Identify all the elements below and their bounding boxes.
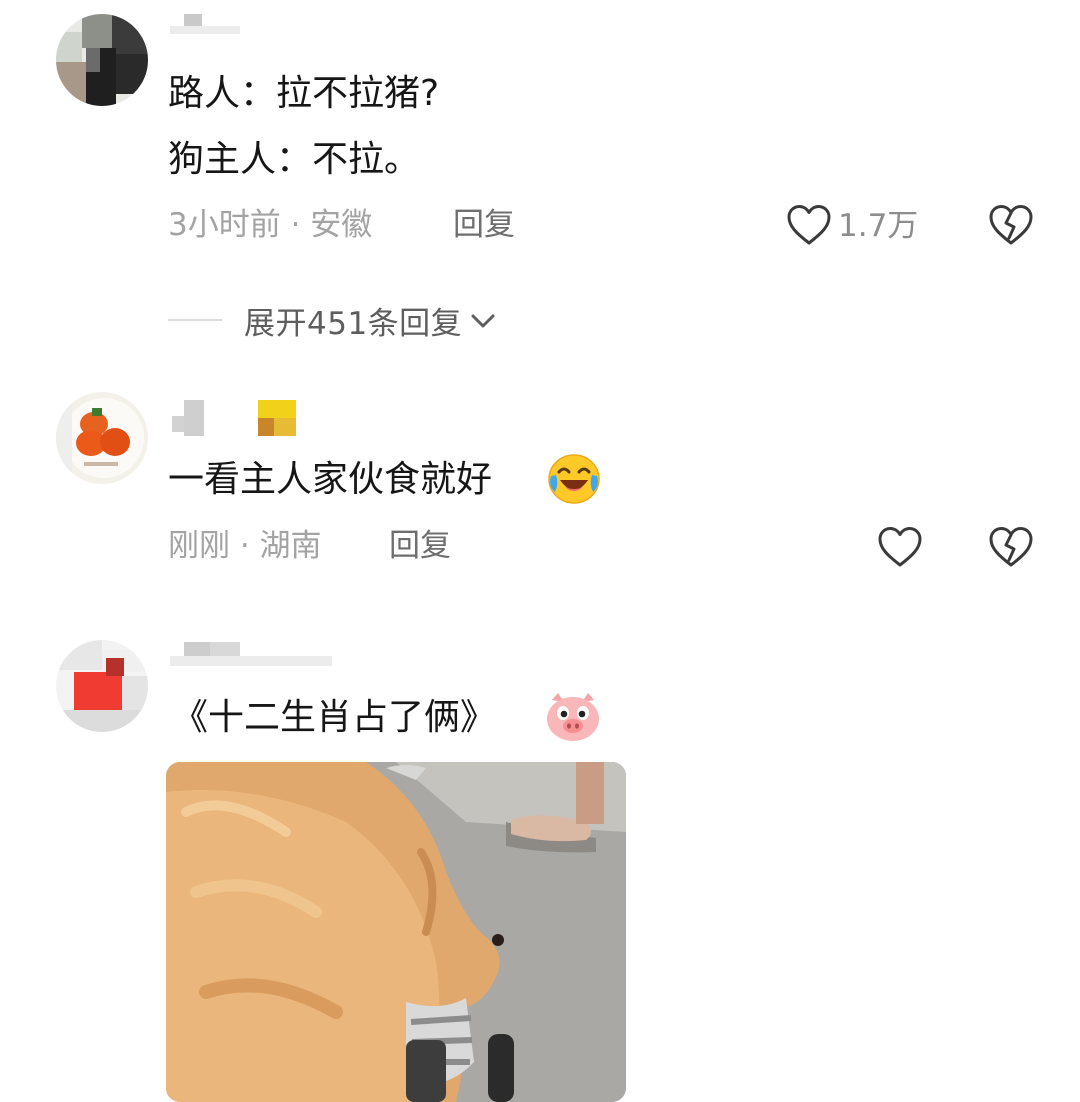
comment-text: 一看主人家伙食就好: [168, 459, 493, 500]
comment-time-location: 刚刚 · 湖南: [168, 528, 322, 564]
comment-time-location: 3小时前 · 安徽: [168, 207, 373, 243]
reply-button[interactable]: 回复: [453, 205, 515, 245]
like-count: 1.7万: [838, 208, 919, 244]
comment-line-2: 狗主人：不拉。: [168, 139, 421, 180]
comment-image[interactable]: [166, 762, 626, 1102]
heart-outline-icon[interactable]: [877, 526, 923, 568]
avatar[interactable]: [56, 14, 148, 106]
avatar[interactable]: [56, 392, 148, 484]
avatar[interactable]: [56, 640, 148, 732]
username-blurred[interactable]: [170, 14, 240, 36]
chevron-down-icon: [471, 314, 495, 328]
expand-replies-label: 展开451条回复: [244, 305, 463, 342]
dog-photo: [166, 762, 626, 1102]
heart-outline-icon[interactable]: [786, 204, 832, 246]
crying-laughing-emoji: [548, 454, 600, 504]
broken-heart-icon[interactable]: [988, 526, 1034, 568]
username-blurred[interactable]: [170, 642, 332, 668]
broken-heart-icon[interactable]: [988, 204, 1034, 246]
expand-replies-button[interactable]: 展开451条回复: [168, 298, 498, 342]
comment-text: 《十二生肖占了俩》: [172, 697, 497, 738]
comment-line-1: 路人：拉不拉猪?: [168, 73, 440, 114]
username-blurred[interactable]: [172, 400, 298, 440]
pig-face-emoji: [547, 693, 599, 741]
divider-line: [168, 319, 222, 321]
reply-button[interactable]: 回复: [389, 526, 451, 566]
